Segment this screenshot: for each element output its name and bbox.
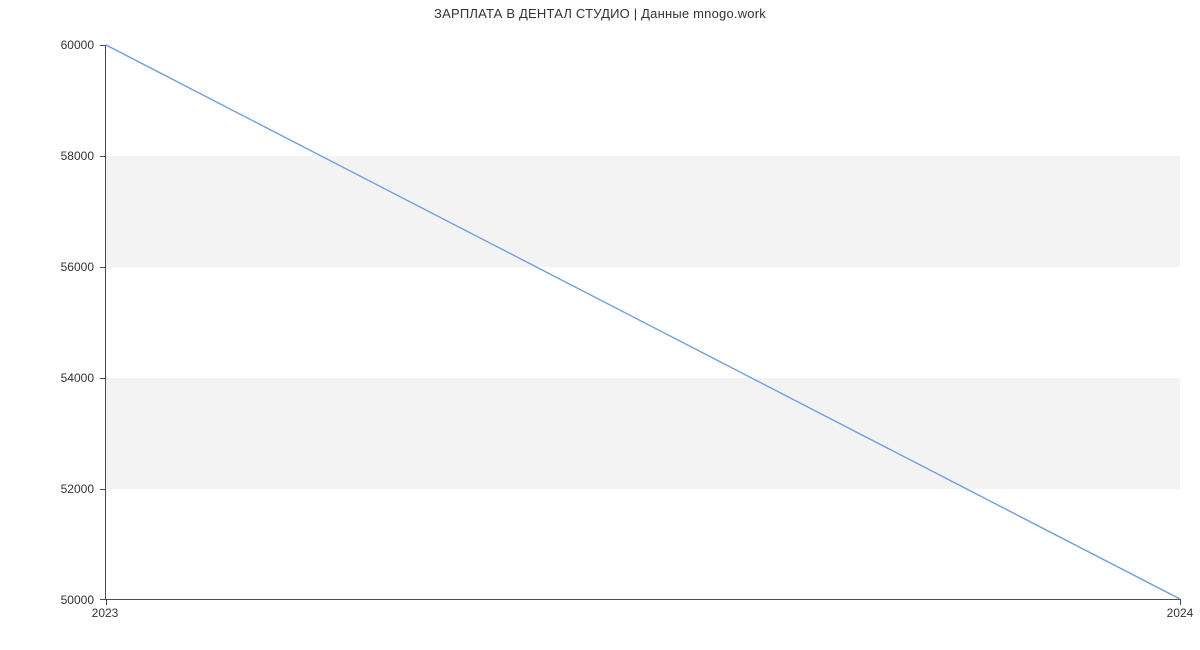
plot-area — [105, 45, 1180, 600]
y-tick-label: 54000 — [4, 371, 94, 385]
chart-title: ЗАРПЛАТА В ДЕНТАЛ СТУДИО | Данные mnogo.… — [0, 6, 1200, 21]
y-tick-label: 50000 — [4, 593, 94, 607]
y-tick-label: 56000 — [4, 260, 94, 274]
x-tick-label: 2024 — [1167, 606, 1194, 620]
y-tick-label: 60000 — [4, 38, 94, 52]
x-tick — [106, 599, 107, 605]
y-tick-label: 52000 — [4, 482, 94, 496]
x-tick — [1180, 599, 1181, 605]
data-line — [106, 45, 1180, 599]
y-tick-label: 58000 — [4, 149, 94, 163]
chart-container: ЗАРПЛАТА В ДЕНТАЛ СТУДИО | Данные mnogo.… — [0, 0, 1200, 650]
x-tick-label: 2023 — [92, 606, 119, 620]
